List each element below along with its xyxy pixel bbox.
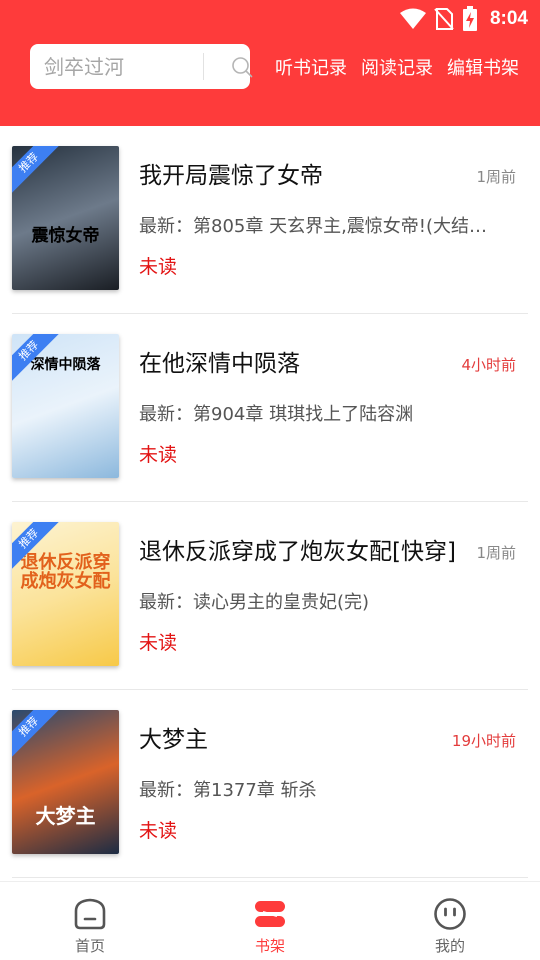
header-links: 听书记录 阅读记录 编辑书架 <box>275 54 519 80</box>
search-box[interactable] <box>30 44 253 89</box>
book-item[interactable]: 震惊女帝 推荐 我开局震惊了女帝 1周前 最新：第805章 天玄界主,震惊女帝!… <box>12 126 528 314</box>
app-header: 8:04 听书记录 阅读记录 编辑书架 <box>0 0 540 126</box>
update-time: 4小时前 <box>461 356 516 374</box>
book-item[interactable]: 退休反派穿成炮灰女配 推荐 退休反派穿成了炮灰女配[快穿] 1周前 最新：读心男… <box>12 502 528 690</box>
book-title: 退休反派穿成了炮灰女配[快穿] <box>139 539 456 565</box>
cover-title: 震惊女帝 <box>31 226 100 246</box>
book-cover[interactable]: 退休反派穿成炮灰女配 推荐 <box>12 522 119 666</box>
wifi-icon <box>399 8 426 29</box>
bottom-nav: 首页 书架 我的 <box>0 881 540 960</box>
read-status: 未读 <box>139 256 178 278</box>
home-icon <box>74 898 106 930</box>
search-input[interactable] <box>44 44 172 89</box>
update-time: 1周前 <box>476 544 516 562</box>
book-title: 我开局震惊了女帝 <box>139 163 323 189</box>
book-title: 在他深情中陨落 <box>139 351 300 377</box>
update-time: 1周前 <box>476 168 516 186</box>
battery-charging-icon <box>462 6 477 31</box>
edit-bookshelf-link[interactable]: 编辑书架 <box>447 54 519 80</box>
status-bar: 8:04 <box>0 0 540 36</box>
search-divider <box>203 53 204 80</box>
cover-title: 退休反派穿成炮灰女配 <box>20 552 111 592</box>
search-icon[interactable] <box>231 56 253 78</box>
reading-history-link[interactable]: 阅读记录 <box>361 54 433 80</box>
tab-bookshelf[interactable]: 书架 <box>180 882 360 960</box>
read-status: 未读 <box>139 444 178 466</box>
read-status: 未读 <box>139 632 178 654</box>
status-time: 8:04 <box>489 8 528 29</box>
latest-chapter: 最新：第904章 琪琪找上了陆容渊 <box>139 404 414 425</box>
tab-home[interactable]: 首页 <box>0 882 180 960</box>
bookshelf-icon <box>255 901 285 927</box>
book-cover[interactable]: 深情中陨落 推荐 <box>12 334 119 478</box>
latest-chapter: 最新：读心男主的皇贵妃(完) <box>139 592 370 613</box>
tab-label: 我的 <box>434 937 465 955</box>
update-time: 19小时前 <box>451 732 516 750</box>
latest-chapter: 最新：第1377章 斩杀 <box>139 780 317 801</box>
book-title: 大梦主 <box>139 727 208 753</box>
tab-label: 书架 <box>254 937 285 955</box>
tab-profile[interactable]: 我的 <box>360 882 540 960</box>
listening-history-link[interactable]: 听书记录 <box>275 54 347 80</box>
cover-title: 大梦主 <box>35 804 96 828</box>
latest-chapter: 最新：第805章 天玄界主,震惊女帝!(大结局... <box>139 216 499 237</box>
book-item[interactable]: 大梦主 推荐 大梦主 19小时前 最新：第1377章 斩杀 未读 <box>12 690 528 878</box>
book-cover[interactable]: 震惊女帝 推荐 <box>12 146 119 290</box>
book-cover[interactable]: 大梦主 推荐 <box>12 710 119 854</box>
read-status: 未读 <box>139 820 178 842</box>
tab-label: 首页 <box>74 937 105 955</box>
book-item[interactable]: 深情中陨落 推荐 在他深情中陨落 4小时前 最新：第904章 琪琪找上了陆容渊 … <box>12 314 528 502</box>
no-sim-icon <box>434 8 454 30</box>
profile-face-icon <box>434 898 466 930</box>
